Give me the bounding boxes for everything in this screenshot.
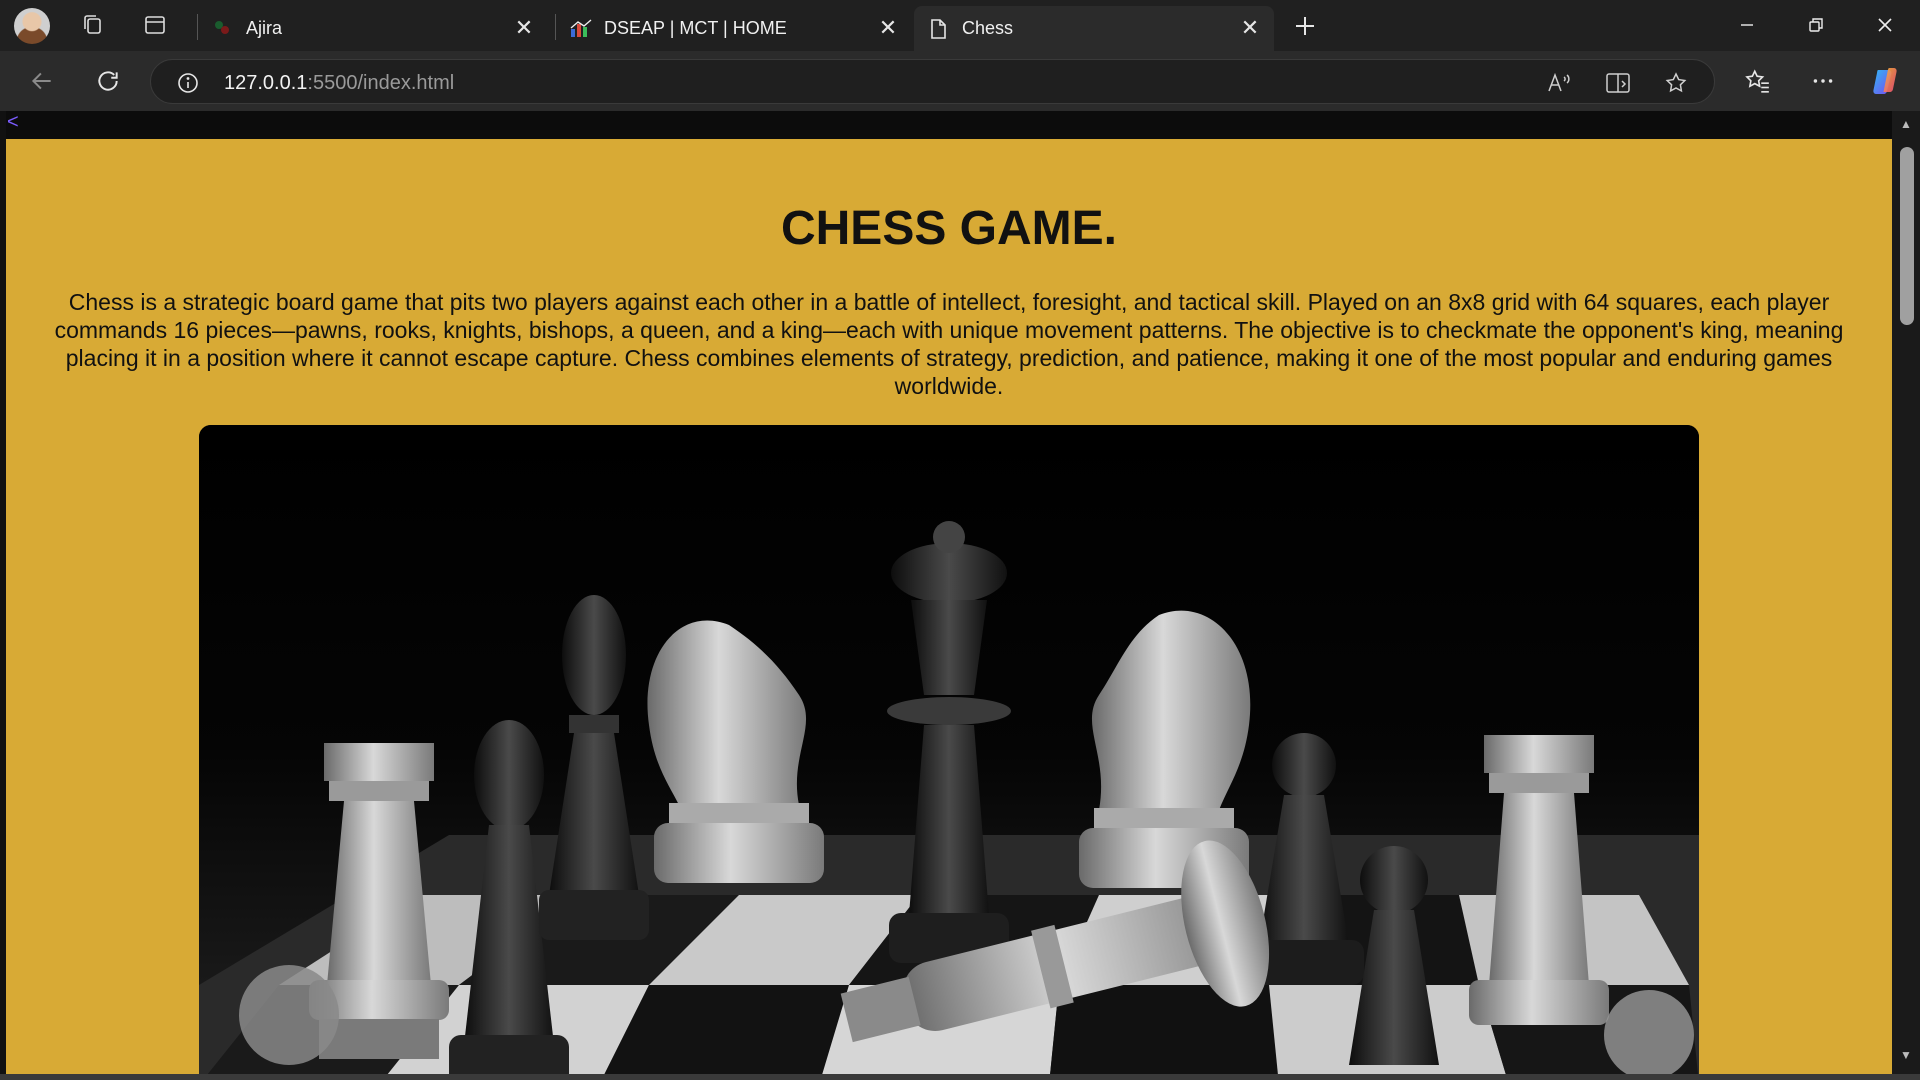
tab-ajira[interactable]: Ajira ✕ [198,6,548,51]
page-viewport: < CHESS GAME. Chess is a strategic board… [0,111,1920,1080]
page-icon [928,18,948,39]
tab-title: Chess [962,18,1014,38]
ajira-icon [212,18,232,38]
read-aloud-icon[interactable] [1544,68,1574,98]
reload-icon[interactable] [91,64,125,98]
tab-title: DSEAP | MCT | HOME [604,18,787,38]
url-text[interactable]: 127.0.0.1:5500/index.html [224,72,454,95]
profile-avatar[interactable] [14,8,50,44]
close-tab-icon[interactable]: ✕ [876,16,900,40]
back-link[interactable]: < [7,111,19,134]
scrollbar-thumb[interactable] [1900,147,1914,325]
workspaces-icon[interactable] [78,10,108,40]
tab-dseap[interactable]: DSEAP | MCT | HOME ✕ [556,6,912,51]
page-body: CHESS GAME. Chess is a strategic board g… [6,139,1892,1074]
close-tab-icon[interactable]: ✕ [1238,16,1262,40]
scroll-up-icon[interactable]: ▲ [1898,117,1914,133]
close-window-icon[interactable] [1865,8,1905,42]
vertical-scrollbar[interactable]: ▲ ▼ [1892,111,1920,1074]
vertical-tabs-icon[interactable] [140,10,170,40]
tab-chess[interactable]: Chess ✕ [914,6,1274,51]
close-tab-icon[interactable]: ✕ [512,16,536,40]
scroll-down-icon[interactable]: ▼ [1898,1048,1914,1064]
restore-icon[interactable] [1796,8,1836,42]
address-bar[interactable]: 127.0.0.1:5500/index.html [150,59,1715,104]
chess-pieces-photo [199,425,1699,1074]
dseap-icon [570,18,592,38]
browser-toolbar: 127.0.0.1:5500/index.html [0,51,1920,111]
immersive-reader-icon[interactable] [1603,68,1633,98]
top-strip: < [6,111,1892,139]
tab-strip: Ajira ✕ DSEAP | MCT | HOME ✕ Chess ✕ [0,0,1920,51]
favorite-star-icon[interactable] [1661,68,1691,98]
url-host: 127.0.0.1 [224,72,308,94]
more-options-icon[interactable] [1806,64,1840,98]
back-icon[interactable] [25,64,59,98]
page-title: CHESS GAME. [780,202,1118,255]
minimize-icon[interactable] [1727,8,1767,42]
tab-title: Ajira [246,18,283,38]
bottom-edge [0,1074,1920,1080]
chess-photo-illustration [199,425,1699,1074]
url-path: :5500/index.html [307,72,455,94]
site-info-icon[interactable] [173,68,203,98]
favorites-icon[interactable] [1741,64,1775,98]
new-tab-icon[interactable] [1290,11,1320,41]
copilot-icon[interactable] [1868,64,1902,98]
page-description: Chess is a strategic board game that pit… [54,289,1844,399]
